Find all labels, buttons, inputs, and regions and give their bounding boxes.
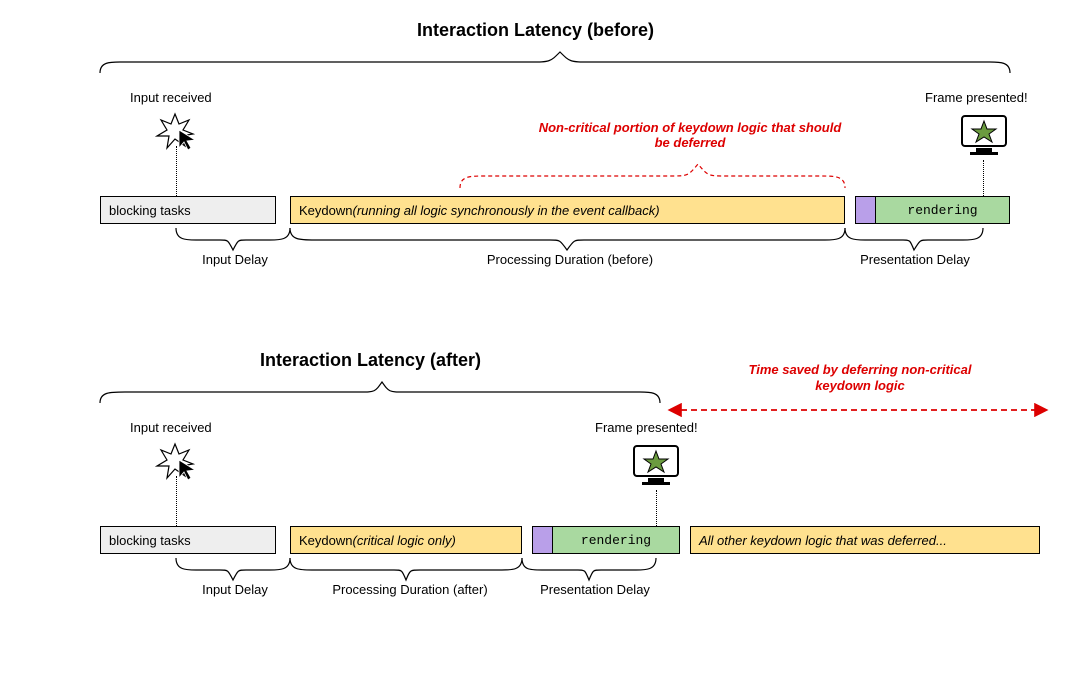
seg-keydown-italic: (running all logic synchronously in the …: [352, 203, 659, 218]
seg-rendering-text2: rendering: [581, 533, 651, 548]
below-labels-before: Input Delay Processing Duration (before)…: [30, 252, 1041, 302]
lab-input-delay-before: Input Delay: [180, 252, 290, 267]
annotation-time-saved: Time saved by deferring non-critical key…: [730, 362, 990, 395]
below-labels-after: Input Delay Processing Duration (after) …: [30, 582, 1041, 632]
brace-top-after: [30, 378, 730, 406]
monitor-icon-after: [630, 442, 682, 495]
annotation-defer-before: Non-critical portion of keydown logic th…: [530, 120, 850, 150]
seg-keydown-prefix: Keydown: [299, 203, 352, 218]
dotted-line-frame-after: [656, 490, 657, 526]
dotted-line-input-before: [176, 146, 177, 196]
seg-rendering-text: rendering: [907, 203, 977, 218]
seg-keydown-italic2: (critical logic only): [352, 533, 455, 548]
panel-after: Interaction Latency (after) Time saved b…: [30, 350, 1041, 670]
brace-top-before: [30, 48, 1041, 76]
dotted-line-frame-before: [983, 160, 984, 196]
seg-deferred-text: All other keydown logic that was deferre…: [699, 533, 947, 548]
lab-processing-after: Processing Duration (after): [305, 582, 515, 597]
panel-before: Interaction Latency (before) Input recei…: [30, 20, 1041, 320]
title-before: Interaction Latency (before): [30, 20, 1041, 41]
seg-keydown-before: Keydown (running all logic synchronously…: [290, 196, 845, 224]
burst-icon-before: [155, 112, 195, 152]
seg-keydown-after: Keydown (critical logic only): [290, 526, 522, 554]
timeline-after: blocking tasks Keydown (critical logic o…: [30, 526, 1041, 554]
seg-blocking-text2: blocking tasks: [109, 533, 191, 548]
label-input-received-before: Input received: [130, 90, 212, 105]
brace-red-before: [420, 160, 980, 190]
seg-rendering-before: rendering: [875, 196, 1010, 224]
monitor-icon-before: [958, 112, 1010, 165]
seg-blocking-text: blocking tasks: [109, 203, 191, 218]
timeline-before: blocking tasks Keydown (running all logi…: [30, 196, 1041, 224]
lab-input-delay-after: Input Delay: [180, 582, 290, 597]
lab-presentation-after: Presentation Delay: [520, 582, 670, 597]
arrow-time-saved: [665, 400, 1065, 420]
seg-blocking-before: blocking tasks: [100, 196, 276, 224]
seg-blocking-after: blocking tasks: [100, 526, 276, 554]
seg-deferred-after: All other keydown logic that was deferre…: [690, 526, 1040, 554]
seg-keydown-prefix2: Keydown: [299, 533, 352, 548]
braces-bottom-before: [30, 226, 1041, 254]
lab-processing-before: Processing Duration (before): [430, 252, 710, 267]
lab-presentation-before: Presentation Delay: [840, 252, 990, 267]
braces-bottom-after: [30, 556, 730, 584]
label-frame-presented-before: Frame presented!: [925, 90, 1028, 105]
label-input-received-after: Input received: [130, 420, 212, 435]
burst-icon-after: [155, 442, 195, 482]
dotted-line-input-after: [176, 476, 177, 526]
label-frame-presented-after: Frame presented!: [595, 420, 698, 435]
annotation-time-saved-text: Time saved by deferring non-critical key…: [749, 362, 972, 393]
seg-rendering-after: rendering: [552, 526, 680, 554]
